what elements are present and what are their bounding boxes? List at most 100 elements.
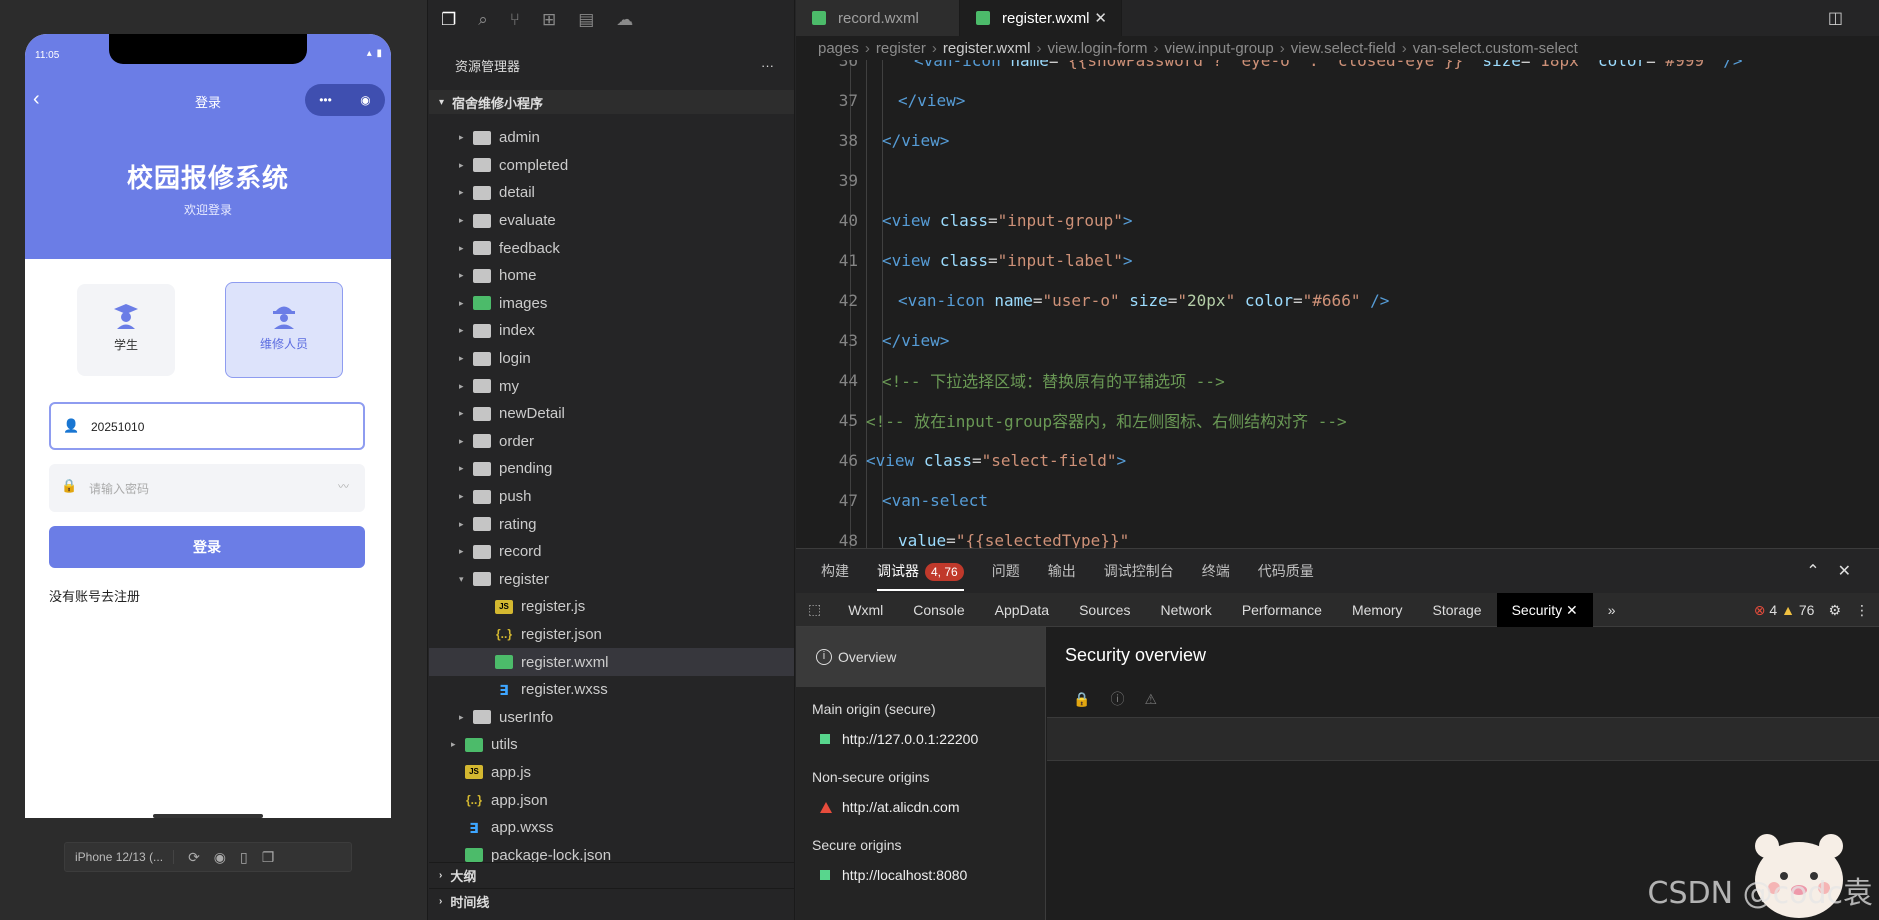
- devtools-tab-sources[interactable]: Sources: [1064, 593, 1145, 627]
- capsule-menu[interactable]: ••• ◉: [305, 84, 385, 116]
- tree-item[interactable]: ▸ completed: [429, 152, 794, 180]
- code-line[interactable]: 48 value="{{selectedType}}": [796, 520, 1879, 549]
- tree-item[interactable]: ▸ images: [429, 290, 794, 318]
- more-actions-icon[interactable]: ···: [761, 58, 774, 73]
- tree-item[interactable]: {..} app.json: [429, 786, 794, 814]
- tree-item[interactable]: ∃ app.wxss: [429, 814, 794, 842]
- password-field[interactable]: 🔒 请输入密码 〰: [49, 464, 365, 512]
- storage-icon[interactable]: ▤: [578, 10, 594, 30]
- code-line[interactable]: 37 </view>: [796, 80, 1879, 120]
- code-line[interactable]: 42 <van-icon name="user-o" size="20px" co…: [796, 280, 1879, 320]
- code-line[interactable]: 44 <!-- 下拉选择区域：替换原有的平铺选项 -->: [796, 360, 1879, 400]
- code-line[interactable]: 39: [796, 160, 1879, 200]
- devtools-tab-security[interactable]: Security ✕: [1496, 592, 1593, 627]
- settings-gear-icon[interactable]: ⚙: [1828, 602, 1841, 619]
- extensions-icon[interactable]: ⊞: [542, 10, 556, 30]
- login-button[interactable]: 登录: [49, 526, 365, 568]
- tree-item[interactable]: register.wxml: [429, 648, 794, 676]
- tree-item[interactable]: {..} register.json: [429, 621, 794, 649]
- breadcrumb-item[interactable]: view.login-form: [1047, 40, 1147, 57]
- inspect-icon[interactable]: ⬚: [796, 601, 833, 618]
- role-worker-button[interactable]: 维修人员: [225, 282, 343, 378]
- code-line[interactable]: 45 <!-- 放在input-group容器内，和左侧图标、右侧结构对齐 -->: [796, 400, 1879, 440]
- tree-item[interactable]: ▸ login: [429, 345, 794, 373]
- window-icon[interactable]: ❐: [262, 849, 275, 866]
- phone-icon[interactable]: ▯: [240, 849, 248, 866]
- files-icon[interactable]: ❐: [441, 10, 456, 30]
- tree-item[interactable]: ▸ admin: [429, 124, 794, 152]
- close-icon[interactable]: ✕: [1094, 9, 1107, 27]
- tab-debugger[interactable]: 调试器 4, 76: [877, 561, 964, 591]
- tab-build[interactable]: 构建: [821, 561, 849, 581]
- rotate-icon[interactable]: ⟳: [188, 849, 200, 866]
- tab-record-wxml[interactable]: record.wxml: [796, 0, 960, 36]
- tree-item[interactable]: ▸ my: [429, 372, 794, 400]
- tree-item[interactable]: ▸ home: [429, 262, 794, 290]
- tree-item[interactable]: ▸ index: [429, 317, 794, 345]
- register-link[interactable]: 没有账号去注册: [49, 586, 140, 605]
- panel-controls[interactable]: ⌃✕: [1806, 561, 1869, 581]
- code-line[interactable]: 47 <van-select: [796, 480, 1879, 520]
- non-secure-item[interactable]: http://at.alicdn.com: [812, 791, 1045, 823]
- tree-item[interactable]: ▸ userInfo: [429, 703, 794, 731]
- tree-item[interactable]: ▸ pending: [429, 455, 794, 483]
- code-line[interactable]: 41 <view class="input-label">: [796, 240, 1879, 280]
- tree-item[interactable]: JS register.js: [429, 593, 794, 621]
- more-tabs-icon[interactable]: »: [1593, 593, 1631, 627]
- security-overview-item[interactable]: i Overview: [796, 627, 1045, 687]
- breadcrumb-item[interactable]: register: [876, 40, 926, 57]
- tree-item[interactable]: ▸ record: [429, 538, 794, 566]
- tree-item[interactable]: ▾ register: [429, 566, 794, 594]
- tab-terminal[interactable]: 终端: [1202, 561, 1230, 581]
- timeline-section[interactable]: › 时间线: [429, 888, 794, 914]
- tab-problems[interactable]: 问题: [992, 561, 1020, 581]
- tree-item[interactable]: ▸ utils: [429, 731, 794, 759]
- devtools-tab-console[interactable]: Console: [898, 593, 979, 627]
- tab-register-wxml[interactable]: register.wxml ✕: [960, 0, 1122, 36]
- breadcrumb-item[interactable]: register.wxml: [943, 40, 1031, 57]
- code-line[interactable]: 38 </view>: [796, 120, 1879, 160]
- project-root[interactable]: ▾ 宿舍维修小程序: [429, 90, 794, 114]
- tab-code-quality[interactable]: 代码质量: [1258, 561, 1314, 581]
- split-editor-icon[interactable]: ◫: [1828, 8, 1843, 28]
- device-select[interactable]: iPhone 12/13 (...: [65, 850, 175, 864]
- more-dots-icon[interactable]: •••: [319, 93, 332, 107]
- breadcrumb-item[interactable]: view.select-field: [1291, 40, 1396, 57]
- breadcrumb-item[interactable]: view.input-group: [1164, 40, 1273, 57]
- tree-item[interactable]: ▸ push: [429, 483, 794, 511]
- devtools-tab-storage[interactable]: Storage: [1418, 593, 1497, 627]
- tab-output[interactable]: 输出: [1048, 561, 1076, 581]
- code-area[interactable]: 36 <van-icon name="{{showPassword ? 'eye-…: [796, 60, 1879, 548]
- code-line[interactable]: 36 <van-icon name="{{showPassword ? 'eye-…: [796, 60, 1879, 80]
- tree-item[interactable]: ▸ rating: [429, 510, 794, 538]
- code-line[interactable]: 43 </view>: [796, 320, 1879, 360]
- username-field[interactable]: 👤 20251010: [49, 402, 365, 450]
- record-icon[interactable]: ◉: [214, 849, 226, 866]
- secure-origin-item[interactable]: http://localhost:8080: [812, 859, 1045, 891]
- main-origin-item[interactable]: http://127.0.0.1:22200: [812, 723, 1045, 755]
- tree-item[interactable]: ▸ newDetail: [429, 400, 794, 428]
- error-count[interactable]: ⊗ 4 ▲ 76: [1754, 602, 1815, 619]
- tree-item[interactable]: ▸ order: [429, 428, 794, 456]
- tree-item[interactable]: ∃ register.wxss: [429, 676, 794, 704]
- code-line[interactable]: 46 <view class="select-field">: [796, 440, 1879, 480]
- tree-item[interactable]: ▸ evaluate: [429, 207, 794, 235]
- kebab-menu-icon[interactable]: ⋮: [1855, 602, 1869, 619]
- devtools-tab-appdata[interactable]: AppData: [980, 593, 1064, 627]
- devtools-tab-memory[interactable]: Memory: [1337, 593, 1418, 627]
- docker-icon[interactable]: ☁: [616, 10, 633, 30]
- outline-section[interactable]: › 大纲: [429, 862, 794, 888]
- close-circle-icon[interactable]: ◉: [360, 93, 370, 107]
- role-student-button[interactable]: 学生: [77, 284, 175, 376]
- tree-item[interactable]: JS app.js: [429, 759, 794, 787]
- tree-item[interactable]: ▸ feedback: [429, 234, 794, 262]
- search-icon[interactable]: ⌕: [478, 10, 488, 30]
- closed-eye-icon[interactable]: 〰: [338, 478, 349, 494]
- code-line[interactable]: 40 <view class="input-group">: [796, 200, 1879, 240]
- devtools-tab-performance[interactable]: Performance: [1227, 593, 1337, 627]
- tree-item[interactable]: ▸ detail: [429, 179, 794, 207]
- breadcrumb-item[interactable]: van-select.custom-select: [1413, 40, 1578, 57]
- devtools-tab-wxml[interactable]: Wxml: [833, 593, 898, 627]
- breadcrumb-item[interactable]: pages: [818, 40, 859, 57]
- close-icon[interactable]: ✕: [1566, 602, 1578, 618]
